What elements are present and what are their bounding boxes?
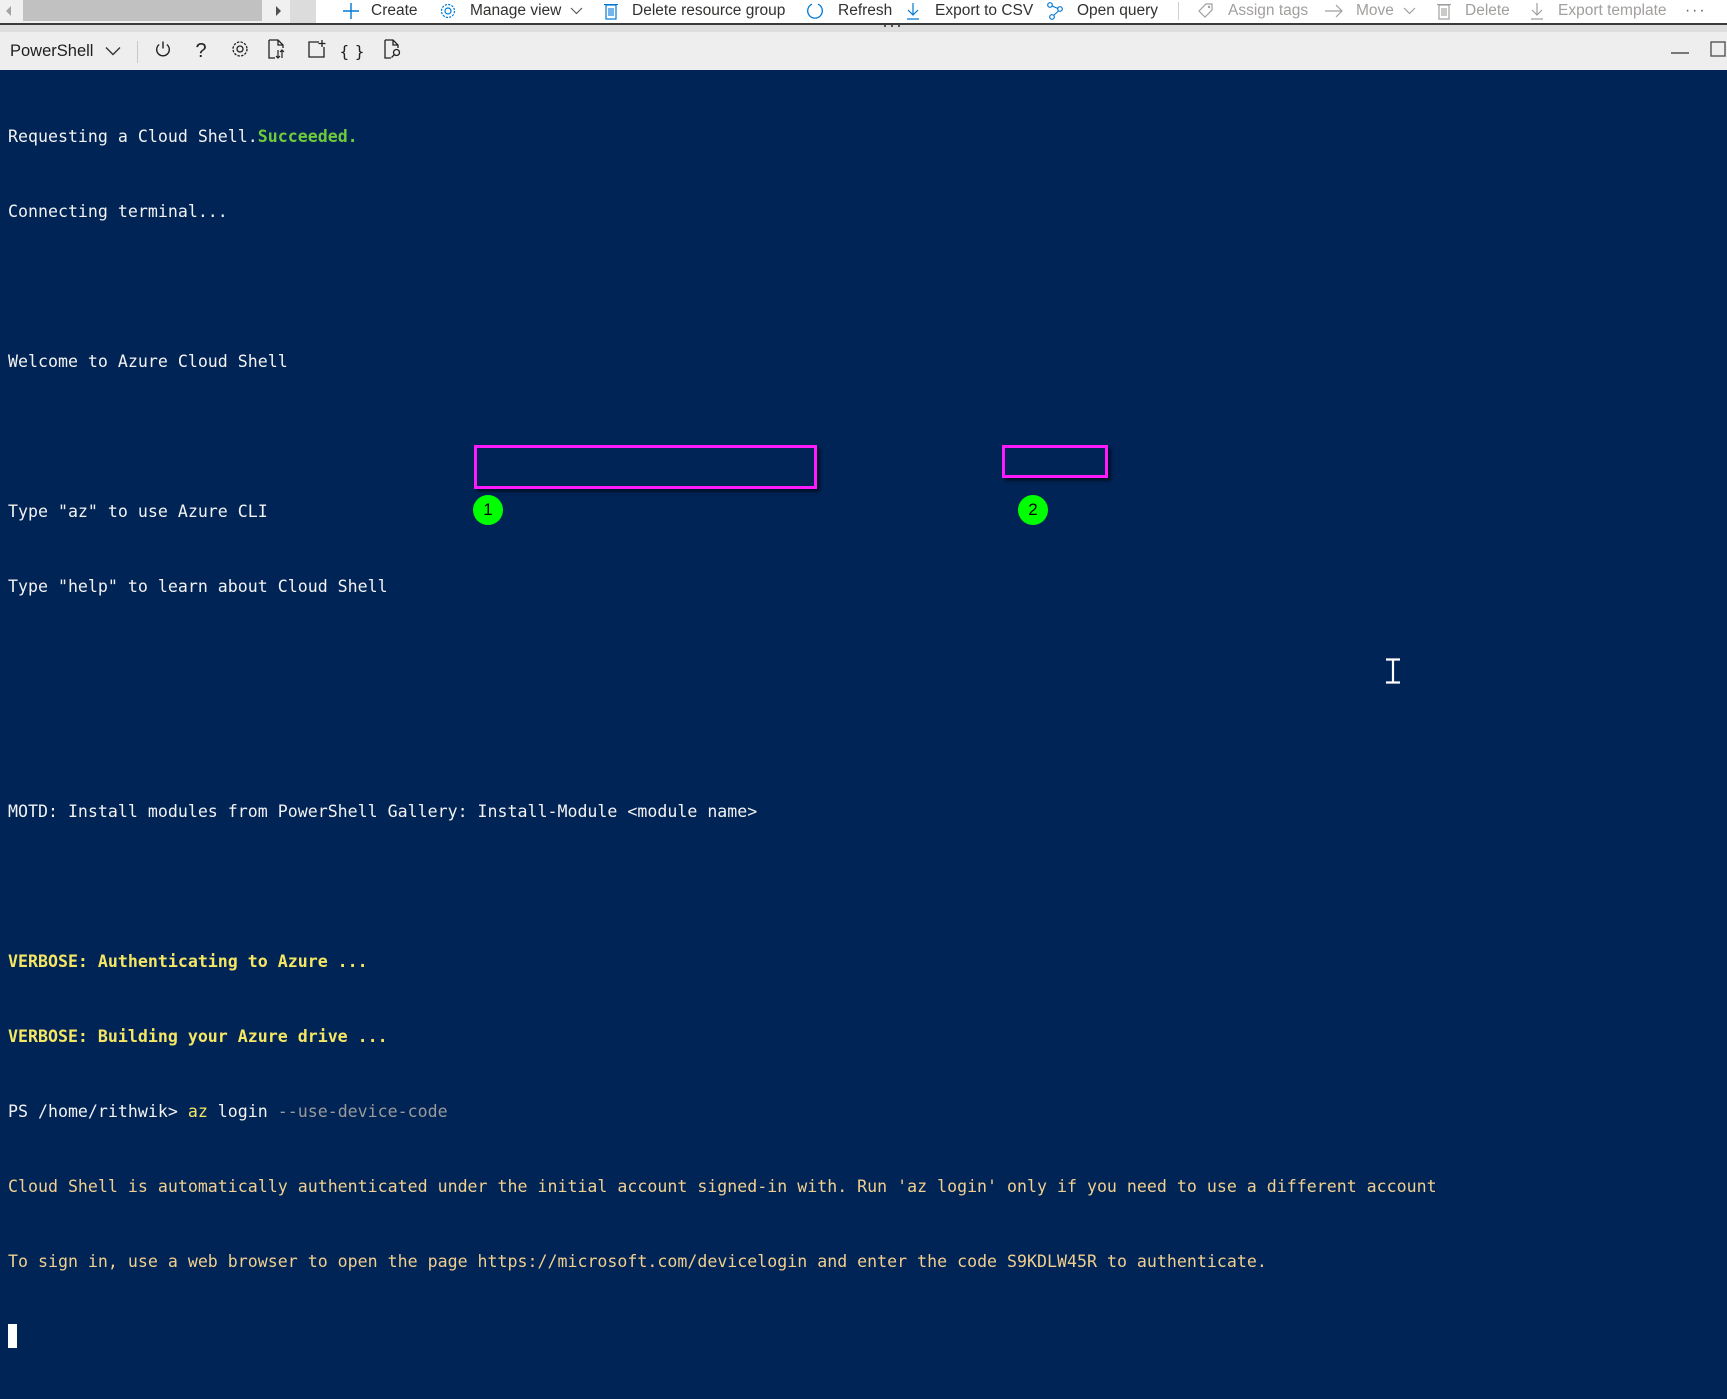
tag-icon — [1197, 2, 1215, 20]
refresh-button[interactable]: Refresh — [806, 0, 892, 22]
export-template-button[interactable]: Export template — [1530, 0, 1667, 22]
portal-command-bar: Create Manage view Delete resource group… — [0, 0, 1727, 24]
terminal[interactable]: Requesting a Cloud Shell.Succeeded. Conn… — [0, 70, 1727, 1348]
more-commands-button[interactable]: ··· — [1685, 0, 1707, 22]
move-label: Move — [1356, 2, 1394, 19]
assign-tags-button[interactable]: Assign tags — [1197, 0, 1308, 22]
resize-grip-icon[interactable] — [884, 25, 900, 29]
open-query-button[interactable]: Open query — [1046, 0, 1158, 22]
help-icon: ? — [195, 39, 207, 62]
web-preview-icon — [384, 38, 402, 64]
motd-line: MOTD: Install modules from PowerShell Ga… — [8, 802, 758, 821]
signin-line: To sign in, use a web browser to open th… — [8, 1252, 1267, 1271]
upload-download-file-icon — [268, 38, 286, 64]
editor-button[interactable]: { } — [339, 38, 365, 64]
command-args: --use-device-code — [277, 1102, 448, 1121]
toolbar-separator — [137, 41, 138, 63]
delete-resource-group-button[interactable]: Delete resource group — [604, 0, 785, 22]
new-session-button[interactable] — [304, 38, 330, 64]
restart-button[interactable] — [150, 38, 176, 64]
annotation-badge-2: 2 — [1018, 495, 1048, 525]
query-icon — [1046, 2, 1064, 20]
minimize-icon — [1671, 42, 1689, 60]
terminal-cursor — [8, 1324, 17, 1348]
code-highlight-box — [1002, 445, 1108, 478]
trash-icon — [1437, 2, 1451, 20]
verbose-line: VERBOSE: Authenticating to Azure ... — [8, 952, 368, 971]
create-button[interactable]: Create — [342, 0, 418, 22]
minimize-button[interactable] — [1667, 38, 1693, 64]
panel-resize-strip[interactable] — [0, 25, 1727, 32]
command-separator — [1178, 2, 1179, 20]
assign-tags-label: Assign tags — [1228, 2, 1309, 19]
maximize-icon — [1710, 40, 1726, 62]
scroll-right-icon[interactable] — [276, 6, 281, 16]
download-icon — [906, 2, 920, 20]
gear-icon — [439, 2, 457, 20]
prompt: PS /home/rithwik> — [8, 1102, 188, 1121]
new-session-icon — [307, 39, 327, 64]
manage-view-button[interactable]: Manage view — [439, 0, 583, 22]
scroll-left-icon[interactable] — [6, 6, 11, 16]
export-csv-button[interactable]: Export to CSV — [906, 0, 1033, 22]
download-icon — [1530, 2, 1544, 20]
chevron-down-icon — [570, 7, 583, 15]
command-sub: login — [207, 1102, 278, 1121]
export-csv-label: Export to CSV — [935, 2, 1034, 19]
welcome-line: Welcome to Azure Cloud Shell — [8, 352, 288, 371]
verbose-line: VERBOSE: Building your Azure drive ... — [8, 1027, 388, 1046]
success-status: Succeeded. — [257, 127, 358, 146]
braces-icon: { } — [339, 41, 365, 61]
delete-button[interactable]: Delete — [1437, 0, 1510, 22]
command-exe: az — [187, 1102, 208, 1121]
url-highlight-box — [474, 445, 817, 489]
upload-download-button[interactable] — [264, 38, 290, 64]
terminal-line: Requesting a Cloud Shell.Succeeded. — [8, 127, 358, 146]
manage-view-label: Manage view — [470, 2, 562, 19]
shell-type-label: PowerShell — [10, 41, 94, 60]
refresh-label: Refresh — [838, 2, 893, 19]
scrollbar-thumb[interactable] — [23, 0, 262, 21]
notice-line: Cloud Shell is automatically authenticat… — [8, 1177, 1437, 1196]
settings-button[interactable] — [227, 38, 253, 64]
text-cursor-icon — [1386, 658, 1400, 684]
terminal-line: Type "help" to learn about Cloud Shell — [8, 577, 388, 596]
terminal-line: Type "az" to use Azure CLI — [8, 502, 268, 521]
cloud-shell-toolbar: PowerShell ? { } — [0, 32, 1727, 70]
create-label: Create — [371, 2, 418, 19]
trash-icon — [604, 2, 618, 20]
open-query-label: Open query — [1077, 2, 1158, 19]
arrow-right-icon — [1324, 4, 1344, 18]
device-login-url[interactable]: https://microsoft.com/devicelogin — [478, 1252, 808, 1271]
maximize-button[interactable] — [1705, 38, 1727, 64]
plus-icon — [342, 2, 360, 20]
scrollbar-corner — [290, 0, 316, 23]
move-button[interactable]: Move — [1324, 0, 1416, 22]
shell-type-selector[interactable]: PowerShell — [10, 32, 121, 70]
horizontal-scrollbar[interactable] — [0, 0, 290, 23]
help-button[interactable]: ? — [188, 38, 214, 64]
command-line: PS /home/rithwik> az login --use-device-… — [8, 1099, 1437, 1124]
power-icon — [154, 40, 172, 63]
device-code[interactable]: S9KDLW45R — [1007, 1252, 1097, 1271]
refresh-icon — [806, 2, 824, 20]
gear-icon — [230, 39, 250, 64]
export-template-label: Export template — [1558, 2, 1667, 19]
delete-label: Delete — [1465, 2, 1510, 19]
web-preview-button[interactable] — [380, 38, 406, 64]
input-line[interactable] — [8, 1324, 1437, 1349]
annotation-badge-1: 1 — [473, 495, 503, 525]
delete-resource-group-label: Delete resource group — [632, 2, 786, 19]
chevron-down-icon — [105, 46, 121, 56]
chevron-down-icon — [1403, 7, 1416, 15]
terminal-line: Connecting terminal... — [8, 202, 228, 221]
